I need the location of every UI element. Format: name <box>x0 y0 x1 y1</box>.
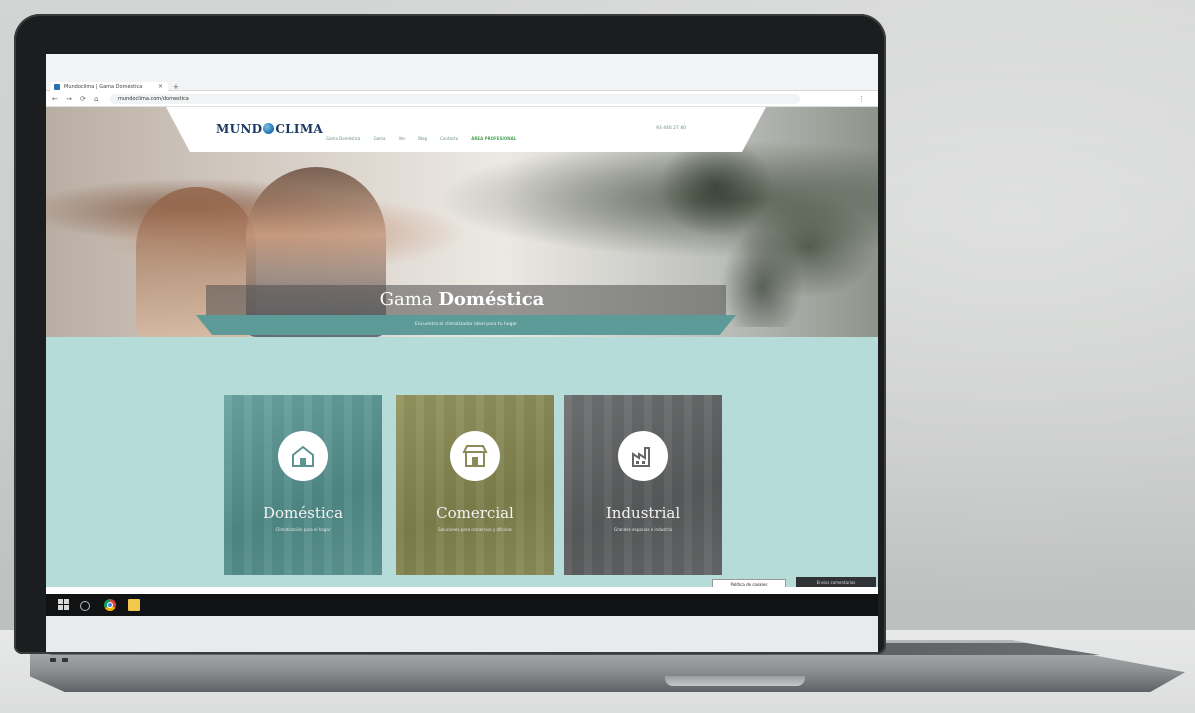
card-background <box>396 395 554 575</box>
menu-dots-icon[interactable]: ⋮ <box>858 94 865 104</box>
menu-item-contacto[interactable]: Contacto <box>440 135 458 143</box>
card-domestica[interactable]: Doméstica Climatización para el hogar <box>224 395 382 575</box>
chrome-icon[interactable] <box>104 599 116 611</box>
tab-title: Mundoclima | Gama Doméstica <box>64 84 143 90</box>
close-tab-icon[interactable]: × <box>158 82 163 92</box>
menu-item-gama[interactable]: Gama <box>374 135 386 143</box>
file-explorer-icon[interactable] <box>128 599 140 611</box>
card-description: Soluciones para comercios y oficinas <box>438 527 512 532</box>
factory-icon <box>618 431 668 481</box>
menu-item-ver[interactable]: Ver <box>399 135 406 143</box>
laptop-screen: Mundoclima | Gama Doméstica × + ← → ⟳ ⌂ … <box>46 54 878 652</box>
menu-item-blog[interactable]: Blog <box>418 135 427 143</box>
back-icon[interactable]: ← <box>52 94 58 104</box>
favicon-icon <box>54 84 60 90</box>
laptop-port <box>50 658 56 662</box>
os-taskbar <box>46 594 878 616</box>
logo-text-left: MUND <box>216 122 263 136</box>
windows-start-icon[interactable] <box>58 599 70 611</box>
storefront-icon <box>450 431 500 481</box>
browser-address-bar: ← → ⟳ ⌂ mundoclima.com/domestica ⋮ <box>46 92 878 107</box>
card-label: Comercial <box>436 504 514 522</box>
card-comercial[interactable]: Comercial Soluciones para comercios y of… <box>396 395 554 575</box>
url-text: mundoclima.com/domestica <box>118 96 189 102</box>
menu-item-area-profesional[interactable]: ÁREA PROFESIONAL <box>471 135 516 143</box>
browser-tab[interactable]: Mundoclima | Gama Doméstica × <box>50 82 168 92</box>
card-label: Doméstica <box>262 504 344 522</box>
hero-title-light: Gama <box>379 289 433 310</box>
card-description: Climatización para el hogar <box>275 527 331 532</box>
logo-text-right: CLIMA <box>275 122 324 136</box>
new-tab-icon[interactable]: + <box>173 82 179 92</box>
menu-item-gama-domestica[interactable]: Gama Doméstica <box>326 135 360 143</box>
site-menu: Gama Doméstica Gama Ver Blog Contacto ÁR… <box>326 125 524 141</box>
forward-icon[interactable]: → <box>66 94 72 104</box>
site-header: MUND CLIMA Gama Doméstica Gama Ver Blog C… <box>166 107 766 152</box>
laptop-opening-notch <box>665 676 805 686</box>
site-logo[interactable]: MUND CLIMA <box>216 122 323 136</box>
laptop-lid: Mundoclima | Gama Doméstica × + ← → ⟳ ⌂ … <box>14 14 886 654</box>
feedback-button[interactable]: Enviar comentarios <box>796 577 876 587</box>
hero-subtitle: Encuentra el climatizador ideal para tu … <box>414 322 518 327</box>
laptop-port <box>62 658 68 662</box>
url-field[interactable]: mundoclima.com/domestica <box>110 94 800 104</box>
cookie-policy-button[interactable]: Política de cookies <box>712 579 786 587</box>
globe-icon <box>263 123 275 134</box>
hero-title: Gama Doméstica <box>46 285 878 315</box>
card-description: Grandes espacios e industria <box>613 527 673 532</box>
card-background <box>224 395 382 575</box>
web-page: MUND CLIMA Gama Doméstica Gama Ver Blog C… <box>46 107 878 587</box>
reload-icon[interactable]: ⟳ <box>80 94 86 104</box>
search-icon[interactable] <box>80 601 90 611</box>
card-industrial[interactable]: Industrial Grandes espacios e industria <box>564 395 722 575</box>
card-label: Industrial <box>605 504 681 522</box>
house-icon <box>278 431 328 481</box>
browser-tab-bar: Mundoclima | Gama Doméstica × + <box>46 54 878 92</box>
phone-number[interactable]: 93 446 27 80 <box>656 125 686 133</box>
card-background <box>564 395 722 575</box>
home-icon[interactable]: ⌂ <box>94 94 98 104</box>
hero-title-bold: Doméstica <box>438 289 545 310</box>
screen-bottom-bezel <box>46 616 878 652</box>
